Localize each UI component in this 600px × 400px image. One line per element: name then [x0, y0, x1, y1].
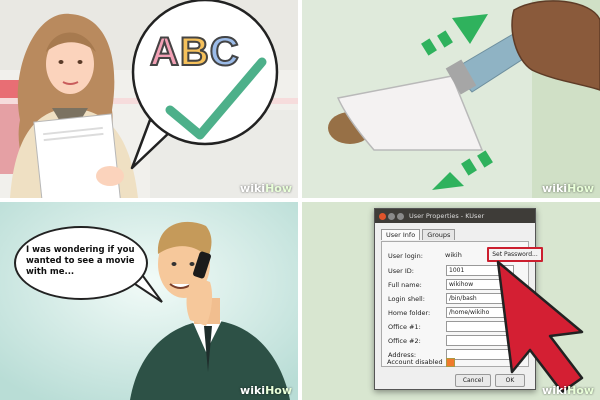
user-login-label: User login: [388, 252, 423, 260]
tab-bar: User Info Groups [381, 229, 456, 240]
panel-reading-letter: ABC wikiHow [0, 0, 298, 198]
full-name-field[interactable]: wikihow [446, 279, 514, 290]
panel-phone-call: I was wondering if you wanted to see a m… [0, 202, 298, 400]
watermark: wikiHow [542, 384, 594, 397]
maximize-icon[interactable] [397, 213, 404, 220]
panel-scraper: wikiHow [302, 0, 600, 198]
account-disabled-label: Account disabled [387, 358, 443, 366]
full-name-label: Full name: [388, 281, 422, 289]
office2-field[interactable] [446, 335, 514, 346]
home-folder-label: Home folder: [388, 309, 431, 317]
watermark: wikiHow [240, 384, 292, 397]
login-shell-label: Login shell: [388, 295, 425, 303]
panel-kuser-window: User Properties - KUser User Info Groups… [302, 202, 600, 400]
panel2-illustration [302, 0, 600, 198]
login-shell-field[interactable]: /bin/bash [446, 293, 514, 304]
abc-label: ABC [149, 29, 260, 75]
office2-label: Office #2: [388, 337, 421, 345]
account-disabled-checkbox[interactable] [446, 358, 455, 367]
ok-button[interactable]: OK [495, 374, 525, 387]
tab-groups[interactable]: Groups [422, 229, 456, 240]
home-folder-field[interactable]: /home/wikiho [446, 307, 514, 318]
window-titlebar: User Properties - KUser [375, 209, 535, 223]
close-icon[interactable] [379, 213, 386, 220]
window-title: User Properties - KUser [409, 212, 485, 220]
user-login-value: wikih [445, 251, 462, 259]
user-id-label: User ID: [388, 267, 414, 275]
abc-text: ABC [149, 29, 240, 75]
tab-user-info[interactable]: User Info [381, 229, 421, 240]
minimize-icon[interactable] [388, 213, 395, 220]
watermark: wikiHow [240, 182, 292, 195]
office1-field[interactable] [446, 321, 514, 332]
user-id-field[interactable]: 1001 [446, 265, 514, 276]
speech-bubble-text: I was wondering if you wanted to see a m… [26, 245, 135, 277]
set-password-button[interactable]: Set Password... [487, 247, 543, 262]
cancel-button[interactable]: Cancel [455, 374, 491, 387]
office1-label: Office #1: [388, 323, 421, 331]
watermark: wikiHow [542, 182, 594, 195]
address-field[interactable] [446, 349, 514, 360]
user-properties-window: User Properties - KUser User Info Groups… [374, 208, 543, 390]
